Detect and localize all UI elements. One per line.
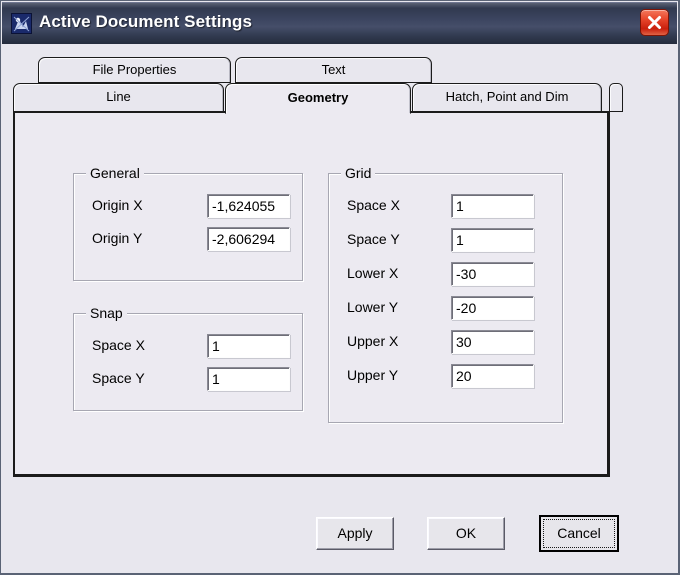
title-bar[interactable]: Active Document Settings xyxy=(2,2,677,44)
snap-space-x-label: Space X xyxy=(92,337,145,353)
grid-upper-x-row: Upper X xyxy=(329,330,562,356)
origin-x-label: Origin X xyxy=(92,197,143,213)
grid-group-title: Grid xyxy=(341,165,376,181)
apply-button[interactable]: Apply xyxy=(316,517,394,550)
snap-space-x-row: Space X xyxy=(74,334,302,360)
origin-x-row: Origin X xyxy=(74,194,302,220)
grid-upper-y-label: Upper Y xyxy=(347,367,399,383)
grid-lower-x-row: Lower X xyxy=(329,262,562,288)
grid-space-y-input[interactable] xyxy=(451,228,534,252)
snap-group: Snap Space X Space Y xyxy=(73,305,303,411)
grid-space-y-label: Space Y xyxy=(347,231,400,247)
snap-space-y-row: Space Y xyxy=(74,367,302,393)
grid-lower-y-input[interactable] xyxy=(451,296,534,320)
cancel-button-label: Cancel xyxy=(543,519,615,548)
tab-geometry[interactable]: Geometry xyxy=(225,83,411,114)
tab-text[interactable]: Text xyxy=(235,57,432,83)
grid-space-x-row: Space X xyxy=(329,194,562,220)
grid-space-y-row: Space Y xyxy=(329,228,562,254)
titlebar-highlight xyxy=(2,3,677,8)
tab-strip: File Properties Text Line Geometry Hatch… xyxy=(13,51,668,117)
grid-lower-y-label: Lower Y xyxy=(347,299,399,315)
tab-line[interactable]: Line xyxy=(13,83,224,112)
document-settings-icon xyxy=(11,13,32,34)
origin-y-input[interactable] xyxy=(207,227,290,251)
tab-hatch-point-and-dim[interactable]: Hatch, Point and Dim xyxy=(412,83,602,112)
grid-space-x-label: Space X xyxy=(347,197,400,213)
grid-lower-x-label: Lower X xyxy=(347,265,399,281)
origin-x-input[interactable] xyxy=(207,194,290,218)
grid-upper-x-label: Upper X xyxy=(347,333,399,349)
grid-upper-y-input[interactable] xyxy=(451,364,534,388)
snap-space-y-label: Space Y xyxy=(92,370,145,386)
origin-y-row: Origin Y xyxy=(74,227,302,253)
tab-overflow-stub[interactable] xyxy=(609,83,623,112)
cancel-button[interactable]: Cancel xyxy=(539,515,619,552)
ok-button[interactable]: OK xyxy=(427,517,505,550)
grid-lower-y-row: Lower Y xyxy=(329,296,562,322)
origin-y-label: Origin Y xyxy=(92,230,143,246)
grid-upper-y-row: Upper Y xyxy=(329,364,562,390)
window-title: Active Document Settings xyxy=(39,12,253,31)
grid-group: Grid Space X Space Y Lower X Lower Y Upp… xyxy=(328,165,563,423)
snap-space-x-input[interactable] xyxy=(207,334,290,358)
snap-space-y-input[interactable] xyxy=(207,367,290,391)
grid-space-x-input[interactable] xyxy=(451,194,534,218)
general-group: General Origin X Origin Y xyxy=(73,165,303,281)
close-icon[interactable] xyxy=(640,9,669,36)
snap-group-title: Snap xyxy=(86,305,127,321)
grid-lower-x-input[interactable] xyxy=(451,262,534,286)
tab-file-properties[interactable]: File Properties xyxy=(38,57,231,83)
grid-upper-x-input[interactable] xyxy=(451,330,534,354)
general-group-title: General xyxy=(86,165,144,181)
geometry-tab-panel: General Origin X Origin Y Snap Space X S… xyxy=(13,111,610,477)
active-document-settings-dialog: Active Document Settings File Properties… xyxy=(0,0,680,575)
